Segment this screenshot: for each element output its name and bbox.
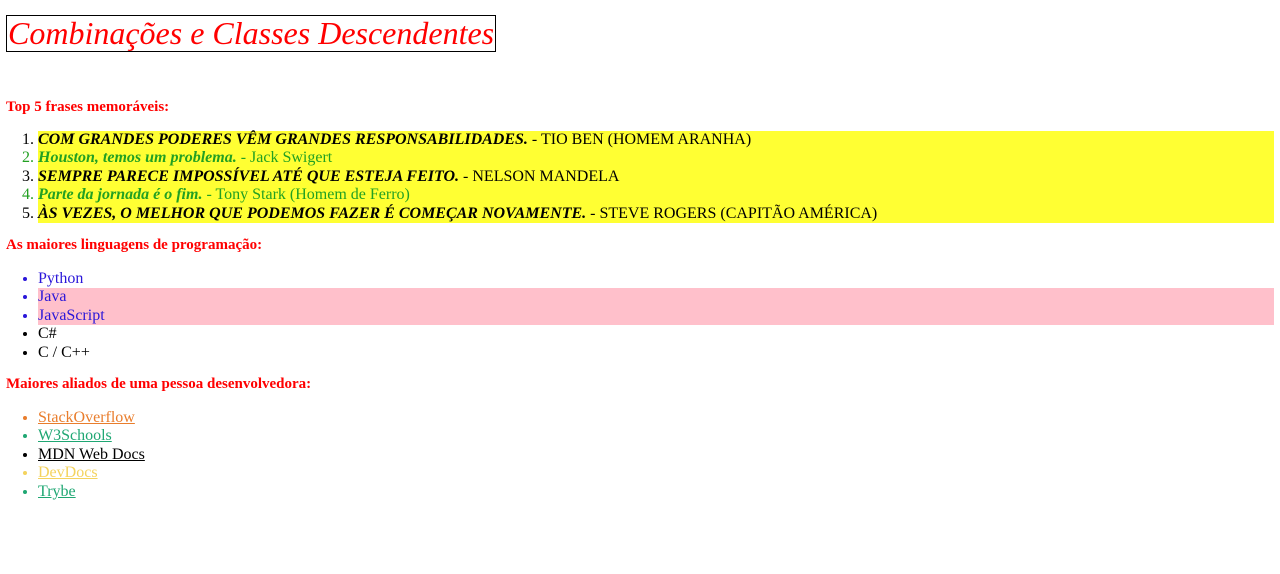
quote-item: ÀS VEZES, O MELHOR QUE PODEMOS FAZER É C… bbox=[38, 204, 1274, 224]
quote-text: Houston, temos um problema. bbox=[38, 149, 237, 167]
devdocs-link[interactable]: DevDocs bbox=[38, 464, 98, 481]
quote-author: - STEVE ROGERS (CAPITÃO AMÉRICA) bbox=[586, 204, 878, 222]
ally-item-w3schools: W3Schools bbox=[38, 427, 1274, 445]
quotes-list: COM GRANDES PODERES VÊM GRANDES RESPONSA… bbox=[6, 131, 1274, 224]
mdn-web-docs-link[interactable]: MDN Web Docs bbox=[38, 446, 145, 463]
quote-item: Parte da jornada é o fim. - Tony Stark (… bbox=[38, 186, 1274, 205]
language-item-csharp: C# bbox=[38, 325, 1274, 343]
ally-item-mdn: MDN Web Docs bbox=[38, 446, 1274, 464]
quote-author: - Jack Swigert bbox=[236, 149, 333, 167]
quote-author: - TIO BEN (HOMEM ARANHA) bbox=[527, 131, 752, 148]
quote-text: SEMPRE PARECE IMPOSSÍVEL ATÉ QUE ESTEJA … bbox=[38, 167, 460, 185]
quote-author: - NELSON MANDELA bbox=[459, 167, 620, 185]
quote-author: - Tony Stark (Homem de Ferro) bbox=[202, 186, 410, 204]
ally-item-devdocs: DevDocs bbox=[38, 464, 1274, 482]
trybe-link[interactable]: Trybe bbox=[38, 483, 76, 500]
quote-text: ÀS VEZES, O MELHOR QUE PODEMOS FAZER É C… bbox=[38, 204, 587, 222]
w3schools-link[interactable]: W3Schools bbox=[38, 427, 112, 444]
section-heading-languages: As maiores linguagens de programação: bbox=[6, 237, 263, 254]
quote-item: SEMPRE PARECE IMPOSSÍVEL ATÉ QUE ESTEJA … bbox=[38, 167, 1274, 187]
language-item-python: Python bbox=[38, 270, 1274, 288]
language-item-java: Java bbox=[38, 288, 1274, 307]
language-item-c-cpp: C / C++ bbox=[38, 344, 1274, 362]
ally-item-stackoverflow: StackOverflow bbox=[38, 409, 1274, 427]
quote-text: COM GRANDES PODERES VÊM GRANDES RESPONSA… bbox=[38, 131, 528, 148]
languages-list: Python Java JavaScript C# C / C++ bbox=[6, 270, 1274, 362]
ally-item-trybe: Trybe bbox=[38, 483, 1274, 501]
quote-text: Parte da jornada é o fim. bbox=[38, 186, 203, 204]
language-item-javascript: JavaScript bbox=[38, 306, 1274, 326]
allies-list: StackOverflow W3Schools MDN Web Docs Dev… bbox=[6, 409, 1274, 501]
quote-item: Houston, temos um problema. - Jack Swige… bbox=[38, 149, 1274, 168]
section-heading-allies: Maiores aliados de uma pessoa desenvolve… bbox=[6, 376, 312, 393]
quote-item: COM GRANDES PODERES VÊM GRANDES RESPONSA… bbox=[38, 131, 1274, 150]
stackoverflow-link[interactable]: StackOverflow bbox=[38, 409, 135, 426]
page-title: Combinações e Classes Descendentes bbox=[6, 15, 497, 52]
section-heading-quotes: Top 5 frases memoráveis: bbox=[6, 99, 170, 115]
page-content: Combinações e Classes Descendentes Top 5… bbox=[0, 0, 1280, 501]
